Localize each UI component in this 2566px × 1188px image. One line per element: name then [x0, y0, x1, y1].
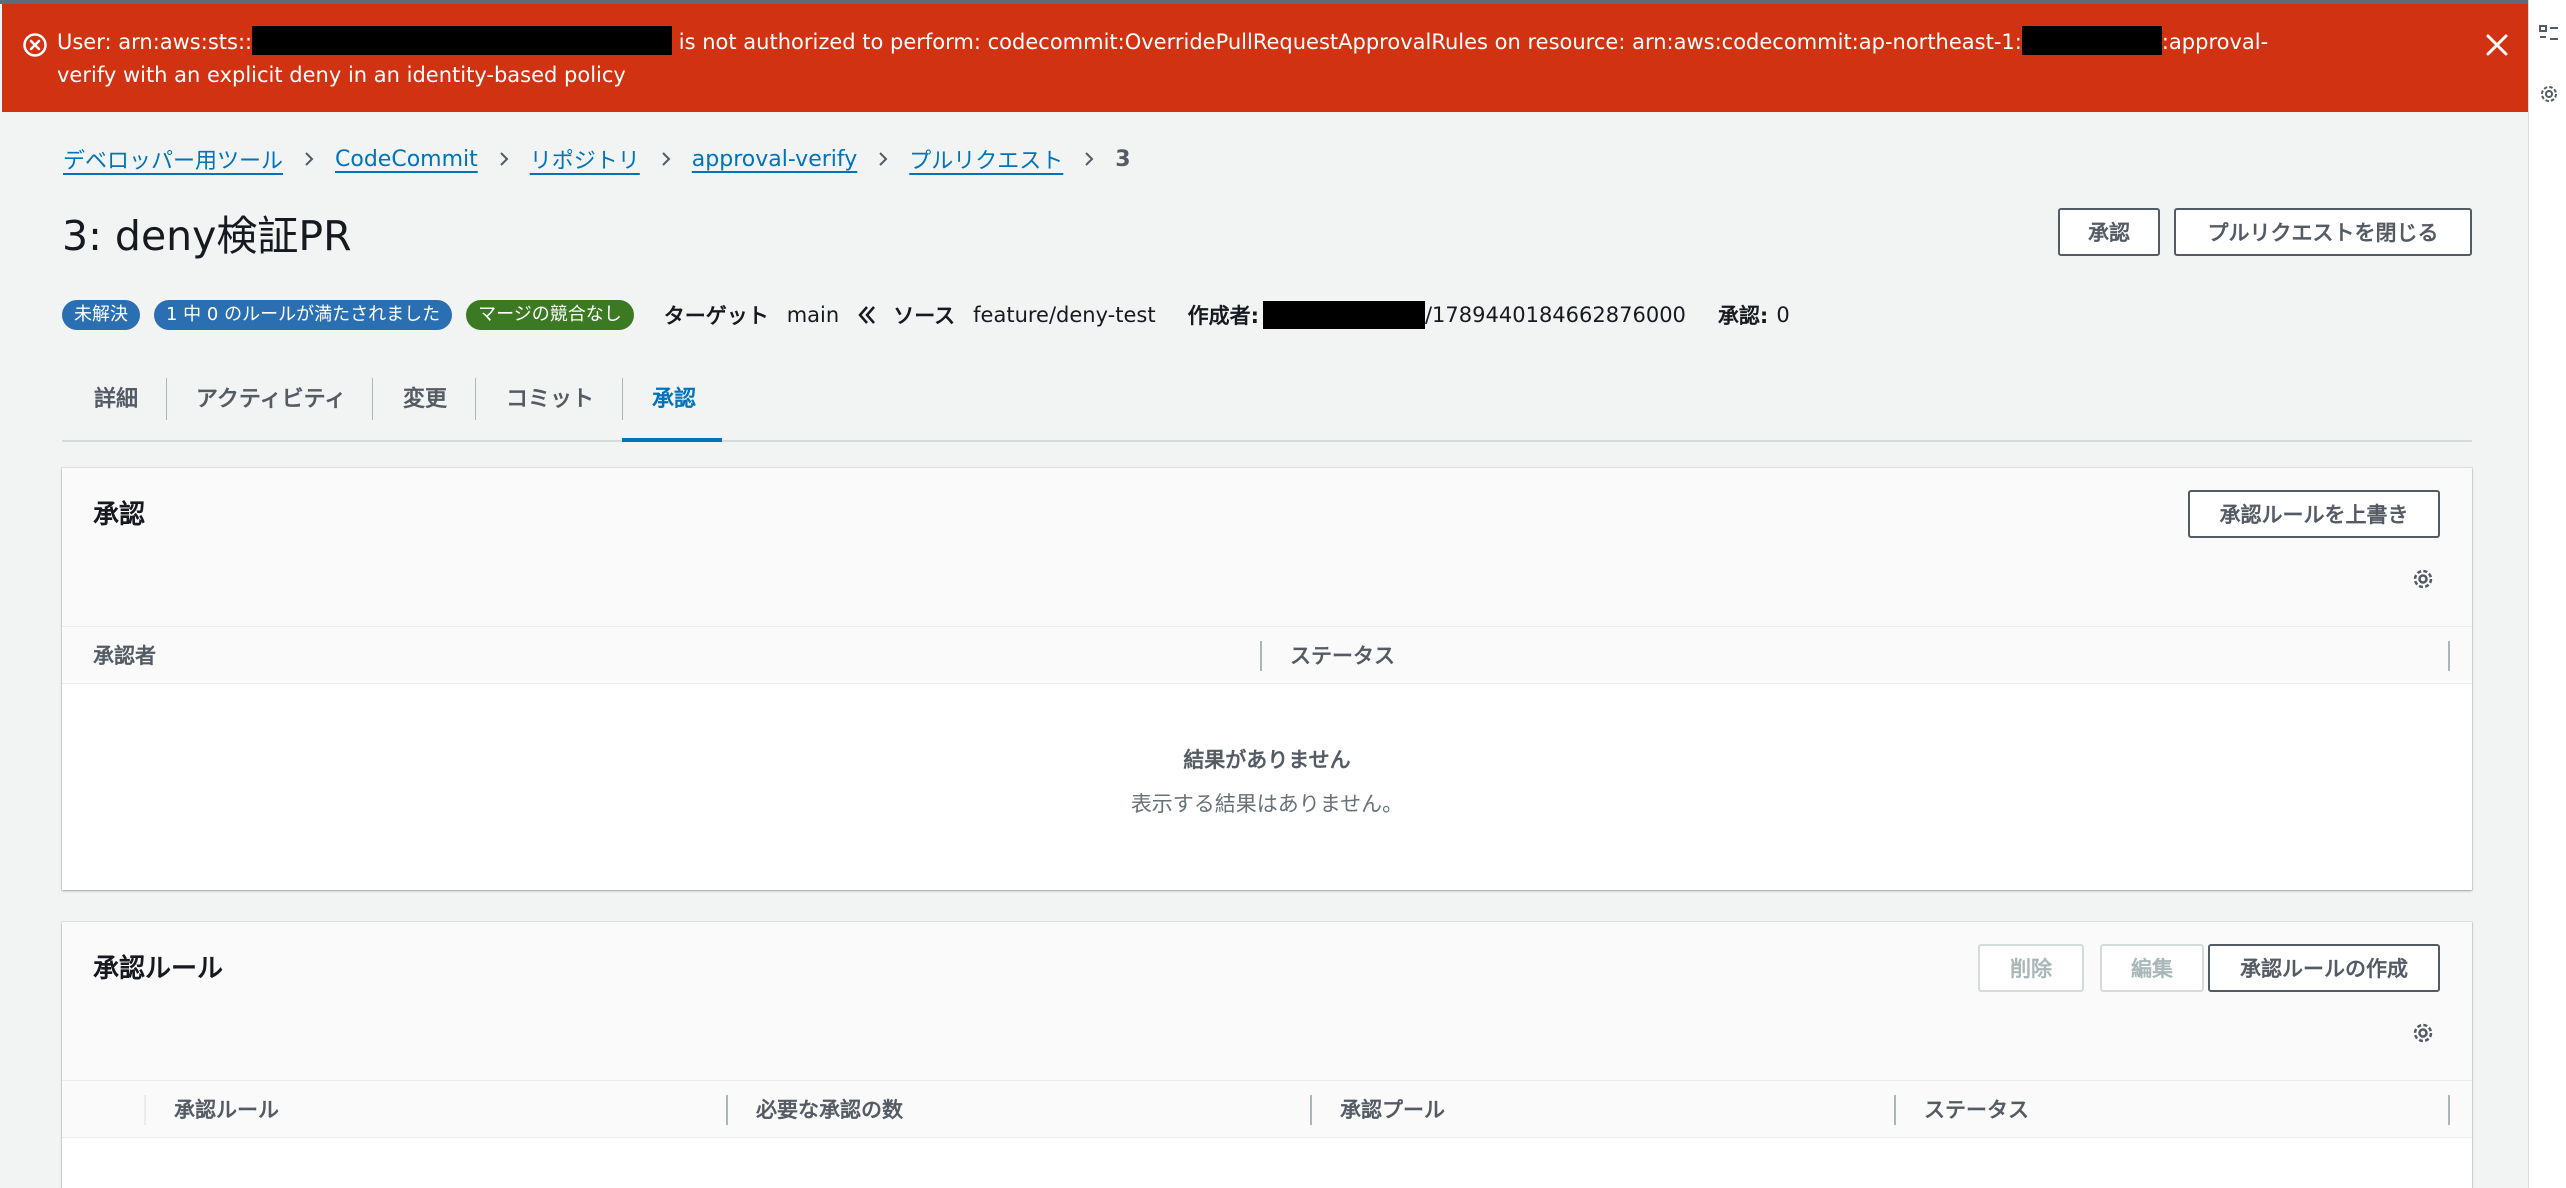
- approvals-panel: 承認 承認ルールを上書き 承認者 ステータス 結果がありません 表示する結果はあ…: [62, 468, 2472, 890]
- column-divider: [144, 1095, 146, 1125]
- main-content: User: arn:aws:sts:: is not authorized to…: [0, 0, 2528, 1188]
- active-tab-indicator: [622, 438, 722, 442]
- breadcrumb-repository[interactable]: approval-verify: [692, 147, 857, 172]
- approvals-panel-title: 承認: [93, 500, 146, 530]
- tab-details[interactable]: 詳細: [94, 374, 138, 442]
- approval-rules-table-header: 承認ルール 必要な承認の数 承認プール ステータス: [62, 1080, 2472, 1138]
- column-header-approver[interactable]: 承認者: [93, 627, 156, 685]
- chevron-right-icon: [500, 152, 509, 166]
- chevron-right-icon: [305, 152, 314, 166]
- approval-rules-panel: 承認ルール 削除 編集 承認ルールの作成 承認ルール 必要な承認の数 承認プール…: [62, 922, 2472, 1188]
- tab-divider: [166, 378, 167, 420]
- author-id: /1789440184662876000: [1424, 303, 1686, 327]
- approval-rules-panel-title: 承認ルール: [93, 954, 224, 984]
- double-chevron-left-icon: [858, 306, 876, 324]
- empty-state-message: 表示する結果はありません。: [1130, 792, 1404, 816]
- breadcrumb-current: 3: [1115, 146, 1131, 172]
- column-header-status[interactable]: ステータス: [1924, 1081, 2029, 1139]
- gear-icon[interactable]: [2410, 1020, 2436, 1046]
- author-label: 作成者:: [1187, 304, 1259, 328]
- approvals-label: 承認:: [1717, 304, 1769, 328]
- column-header-required-approvals[interactable]: 必要な承認の数: [756, 1081, 903, 1139]
- target-label: ターゲット: [663, 304, 769, 328]
- right-side-panel: [2528, 0, 2566, 1188]
- source-label: ソース: [893, 304, 956, 328]
- error-text-line2: verify with an explicit deny in an ident…: [57, 63, 626, 87]
- override-approval-rules-button[interactable]: 承認ルールを上書き: [2188, 490, 2440, 538]
- error-text-part3: :approval-: [2161, 30, 2269, 54]
- rules-satisfied-badge: 1 中 0 のルールが満たされました: [154, 300, 453, 330]
- tools-icon[interactable]: [2537, 22, 2561, 46]
- approve-button[interactable]: 承認: [2058, 208, 2160, 256]
- redacted-account-id: [252, 26, 673, 55]
- chevron-right-icon: [662, 152, 671, 166]
- column-resizer[interactable]: [1260, 641, 1262, 671]
- create-approval-rule-button[interactable]: 承認ルールの作成: [2208, 944, 2440, 992]
- column-resizer[interactable]: [726, 1095, 728, 1125]
- approvals-panel-header: [62, 468, 2472, 626]
- tab-divider: [622, 378, 623, 420]
- column-resizer[interactable]: [1310, 1095, 1312, 1125]
- redacted-author: [1262, 301, 1425, 329]
- source-branch: feature/deny-test: [973, 303, 1156, 327]
- edit-button[interactable]: 編集: [2100, 944, 2204, 992]
- breadcrumb: デベロッパー用ツール CodeCommit リポジトリ approval-ver…: [63, 142, 1131, 176]
- merge-conflict-badge: マージの競合なし: [466, 300, 634, 330]
- error-text-part1: User: arn:aws:sts::: [57, 30, 253, 54]
- page-title: 3: deny検証PR: [62, 212, 352, 260]
- delete-button[interactable]: 削除: [1978, 944, 2084, 992]
- gear-icon[interactable]: [2410, 566, 2436, 592]
- chevron-right-icon: [1085, 152, 1094, 166]
- chevron-right-icon: [879, 152, 888, 166]
- column-resizer[interactable]: [2448, 641, 2450, 671]
- close-pull-request-button[interactable]: プルリクエストを閉じる: [2174, 208, 2472, 256]
- tab-changes[interactable]: 変更: [403, 374, 447, 442]
- column-header-approval-pool[interactable]: 承認プール: [1340, 1081, 1445, 1139]
- column-header-rule[interactable]: 承認ルール: [174, 1081, 279, 1139]
- approvals-count: 0: [1776, 303, 1790, 327]
- tab-approvals[interactable]: 承認: [652, 374, 696, 442]
- pull-request-meta: 未解決 1 中 0 のルールが満たされました マージの競合なし ターゲット ma…: [62, 298, 1790, 332]
- settings-icon[interactable]: [2537, 82, 2561, 106]
- tab-divider: [475, 378, 476, 420]
- column-resizer[interactable]: [1894, 1095, 1896, 1125]
- tab-activity[interactable]: アクティビティ: [196, 374, 346, 442]
- tab-commits[interactable]: コミット: [506, 374, 594, 442]
- error-text-part2: is not authorized to perform: codecommit…: [672, 30, 2022, 54]
- column-resizer[interactable]: [2448, 1095, 2450, 1125]
- error-flash-banner: User: arn:aws:sts:: is not authorized to…: [2, 4, 2528, 112]
- breadcrumb-repositories[interactable]: リポジトリ: [530, 143, 640, 175]
- breadcrumb-developer-tools[interactable]: デベロッパー用ツール: [63, 143, 283, 175]
- error-icon: [23, 33, 47, 57]
- approvals-table-header: 承認者 ステータス: [62, 626, 2472, 684]
- target-branch: main: [786, 303, 840, 327]
- breadcrumb-codecommit[interactable]: CodeCommit: [335, 147, 478, 172]
- status-badge-open: 未解決: [62, 300, 140, 330]
- tab-divider: [372, 378, 373, 420]
- redacted-account-id-2: [2021, 26, 2162, 55]
- close-icon[interactable]: [2482, 30, 2512, 60]
- tab-bar: 詳細 アクティビティ 変更 コミット 承認: [62, 374, 2472, 442]
- column-header-status[interactable]: ステータス: [1290, 627, 1395, 685]
- error-message: User: arn:aws:sts:: is not authorized to…: [57, 26, 2457, 92]
- breadcrumb-pull-requests[interactable]: プルリクエスト: [909, 143, 1063, 175]
- empty-state-title: 結果がありません: [1183, 748, 1351, 772]
